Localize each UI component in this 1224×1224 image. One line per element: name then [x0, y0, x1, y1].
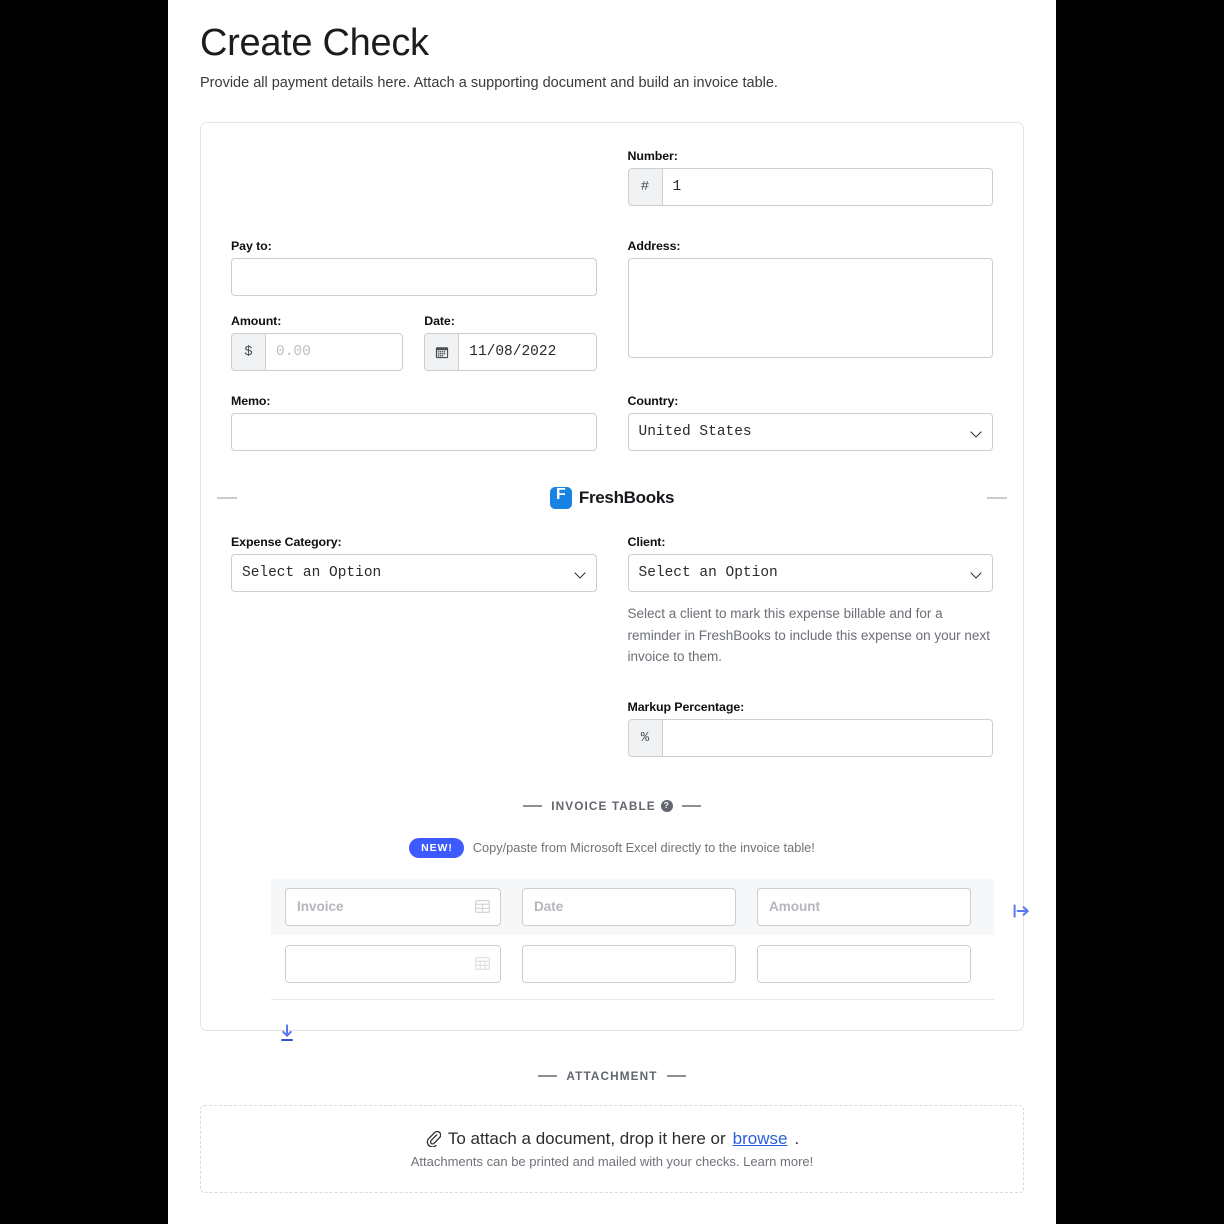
country-label: Country: [627, 394, 679, 409]
calendar-icon [424, 333, 459, 372]
section-dash-left [523, 804, 543, 807]
invoice-table-viewport [271, 878, 994, 1008]
number-field-group: Number: # [627, 149, 993, 225]
page-title: Create Check [200, 22, 429, 64]
client-group: Client: Select an Option Select a client… [627, 535, 993, 757]
invoice-table-divider: INVOICE TABLE ? [231, 799, 993, 813]
invoice-amount-input[interactable] [757, 944, 971, 983]
pay-to-label: Pay to: [231, 239, 272, 254]
invoice-input[interactable] [285, 944, 501, 983]
amount-input[interactable] [265, 333, 404, 372]
divider-dash-left [217, 497, 237, 500]
markup-label: Markup Percentage: [627, 699, 745, 714]
help-icon[interactable]: ? [660, 799, 673, 812]
invoice-table-title: INVOICE TABLE ? [551, 799, 673, 813]
paperclip-icon [426, 1130, 441, 1148]
expense-category-select[interactable]: Select an Option [231, 554, 597, 593]
country-placeholder [628, 314, 994, 371]
attachment-note: Attachments can be printed and mailed wi… [410, 1153, 814, 1169]
number-label: Number: [627, 149, 678, 164]
divider-dash-right [987, 497, 1007, 500]
attachment-title: ATTACHMENT [566, 1068, 658, 1083]
expense-category-label: Expense Category: [231, 535, 342, 550]
pay-to-input[interactable] [231, 258, 597, 297]
amount-cell [757, 887, 971, 926]
country-group: Country: United States [627, 394, 993, 452]
tab-right-icon[interactable] [1013, 903, 1031, 919]
excel-paste-banner: NEW! Copy/paste from Microsoft Excel dir… [231, 837, 993, 858]
attachment-divider: ATTACHMENT [200, 1069, 1024, 1083]
client-help-text: Select a client to mark this expense bil… [627, 606, 990, 665]
percent-icon: % [627, 718, 662, 757]
invoice-cell [285, 887, 501, 926]
page-content: Create Check Provide all payment details… [168, 0, 1056, 1224]
date-group: Date: [424, 314, 597, 372]
excel-paste-text: Copy/paste from Microsoft Excel directly… [472, 840, 815, 856]
new-badge: NEW! [409, 837, 464, 858]
freshbooks-divider: FreshBooks [217, 486, 1007, 510]
memo-input[interactable] [231, 413, 597, 452]
freshbooks-logo: FreshBooks [549, 486, 675, 510]
move-down-icon[interactable] [279, 1023, 295, 1042]
address-label: Address: [627, 239, 681, 254]
browse-link[interactable]: browse [733, 1129, 788, 1149]
attachment-prompt-text: To attach a document, drop it here or [447, 1128, 726, 1148]
expense-category-group: Expense Category: Select an Option [231, 535, 597, 756]
invoice-table-title-text: INVOICE TABLE [551, 798, 656, 813]
table-row [271, 878, 994, 935]
invoice-table-scroll-container[interactable]: x [231, 872, 1029, 1041]
country-select[interactable]: United States [627, 413, 993, 452]
date-cell [522, 887, 736, 926]
date-label: Date: [424, 314, 455, 329]
attachment-prompt-period: . [794, 1128, 800, 1148]
amount-label: Amount: [231, 314, 282, 329]
hash-icon: # [627, 168, 662, 207]
freshbooks-brand-name: FreshBooks [578, 488, 675, 508]
amount-group: Amount: $ [231, 314, 404, 372]
invoice-date-input[interactable] [522, 944, 736, 983]
freshbooks-mark-icon [549, 486, 572, 510]
invoice-amount-input[interactable] [757, 887, 971, 926]
client-select[interactable]: Select an Option [627, 554, 993, 593]
table-row [271, 934, 994, 1000]
markup-input[interactable] [661, 718, 993, 757]
amount-date-group: Amount: $ Date: [231, 314, 597, 372]
dollar-icon: $ [231, 333, 265, 372]
table-bottom-rule [271, 998, 994, 1000]
section-dash-right [681, 804, 701, 807]
client-label: Client: [627, 535, 666, 550]
attachment-prompt: To attach a document, drop it here or br… [425, 1129, 799, 1149]
attachment-dash-right [666, 1074, 686, 1077]
attachment-dash-left [538, 1074, 558, 1077]
invoice-input[interactable] [285, 887, 501, 926]
amount-cell [757, 944, 971, 983]
top-left-spacer [231, 149, 597, 225]
date-input[interactable] [458, 333, 597, 372]
date-cell [522, 944, 736, 983]
invoice-cell [285, 944, 501, 983]
invoice-date-input[interactable] [522, 887, 736, 926]
memo-label: Memo: [231, 394, 271, 409]
check-form-card: Number: # Pay to: Address: [200, 122, 1029, 1041]
memo-group: Memo: [231, 394, 597, 452]
attachment-dropzone[interactable]: To attach a document, drop it here or br… [200, 1104, 1024, 1193]
page-subtitle: Provide all payment details here. Attach… [200, 74, 778, 91]
number-input[interactable] [661, 168, 993, 207]
